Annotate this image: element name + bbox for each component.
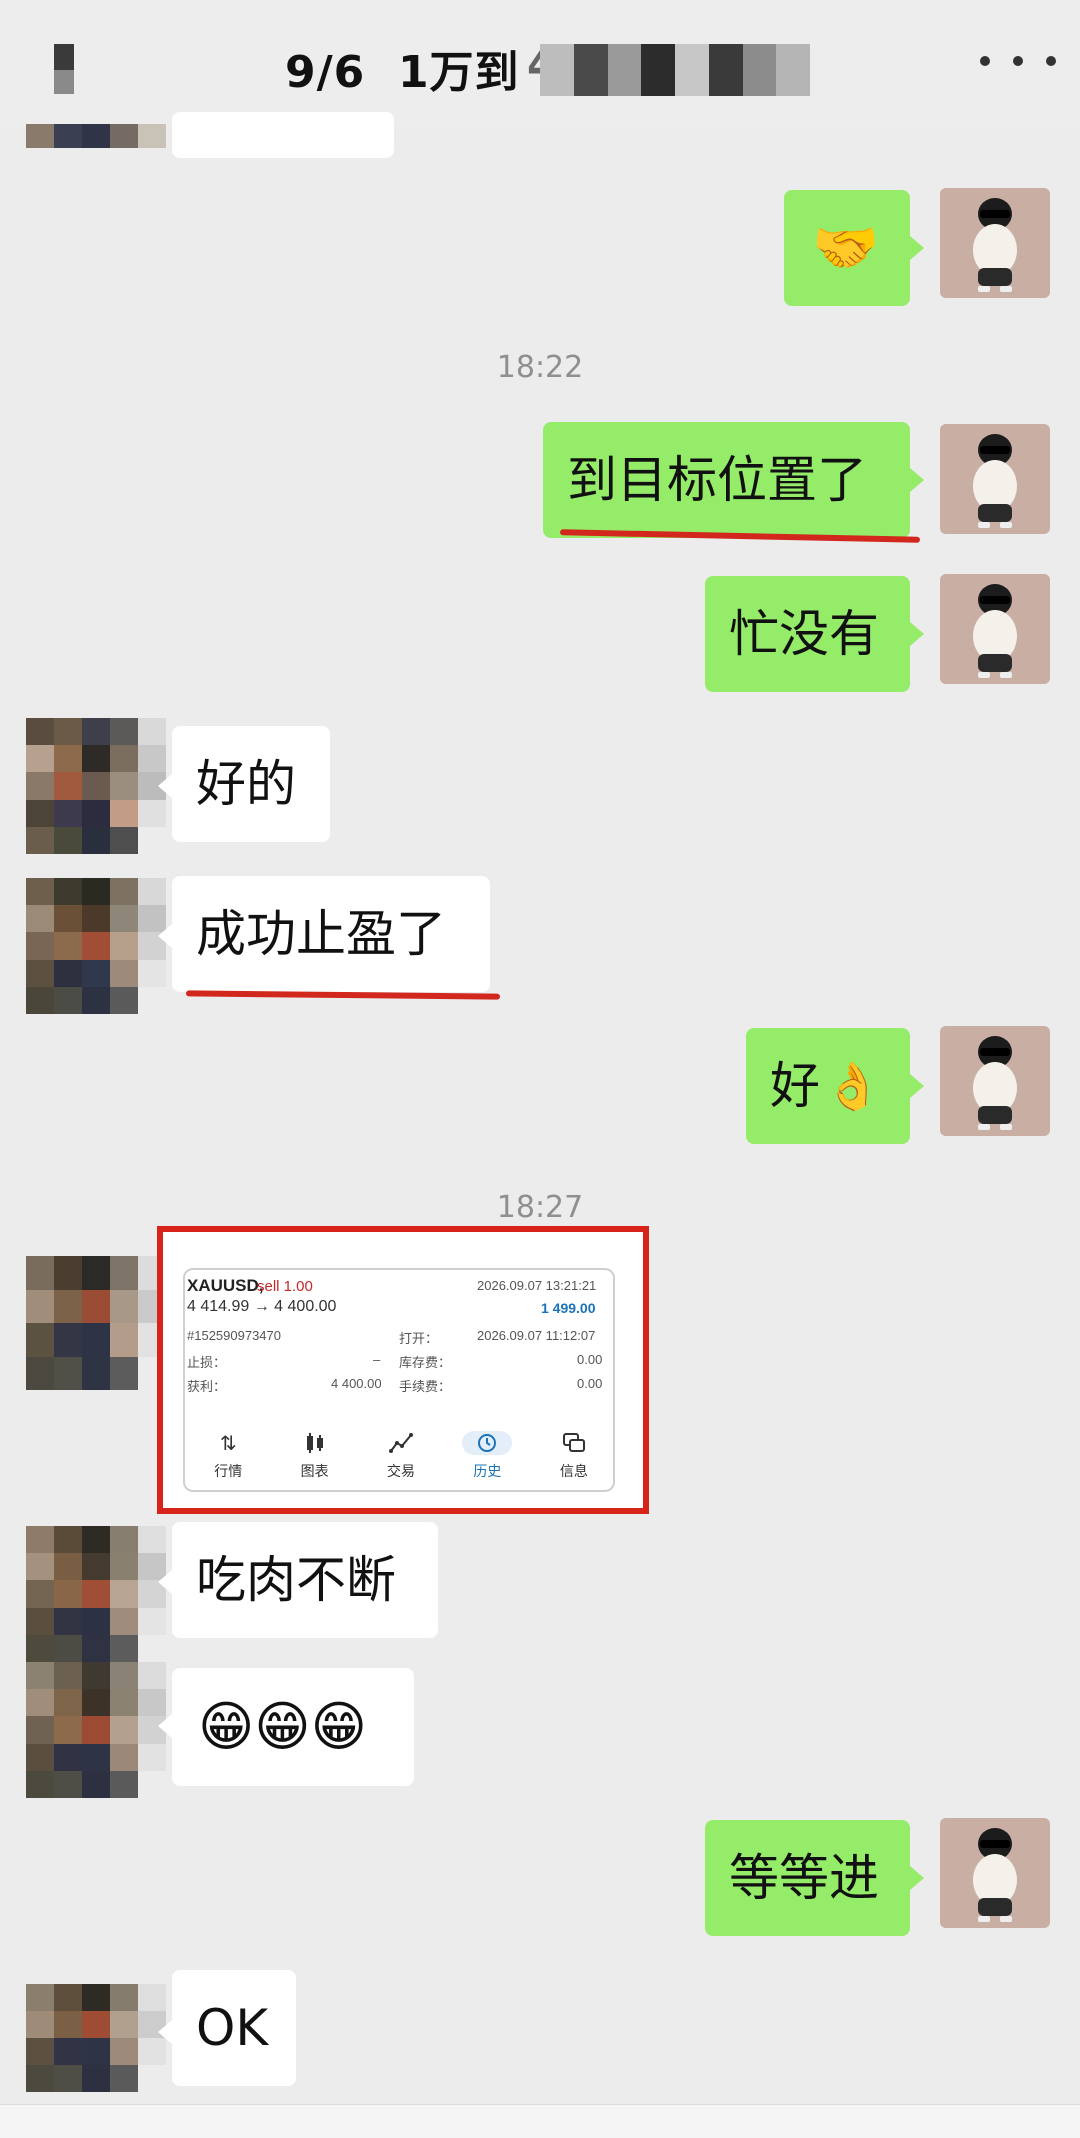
tp-label: 获利： [187, 1379, 227, 1394]
bubble-tail [158, 1570, 172, 1594]
chat-header: 9/6 1万到 4 [0, 0, 1080, 128]
contact-avatar[interactable] [26, 1984, 166, 2092]
order-id: #152590973470 [187, 1328, 281, 1343]
message-bubble-outgoing[interactable]: 好 👌 [746, 1028, 910, 1144]
trade-side: sell 1.00 [257, 1278, 313, 1295]
timestamp: 18:27 [496, 1190, 584, 1225]
bubble-tail [158, 2020, 172, 2044]
handshake-emoji: 🤝 [812, 216, 880, 279]
message-bubble-incoming[interactable]: OK [172, 1970, 296, 2086]
bubble-tail [910, 622, 924, 646]
contact-avatar[interactable] [26, 124, 166, 148]
my-avatar[interactable] [940, 1026, 1050, 1136]
contact-avatar[interactable] [26, 718, 166, 854]
message-bubble-partial[interactable] [172, 112, 394, 158]
message-bubble-incoming[interactable]: 成功止盈了 [172, 876, 490, 992]
trade-prices: 4 414.99 → 4 400.00 [187, 1298, 337, 1315]
bottom-tab-bar: ⇅ 行情 图表 交易 历史 信息 [185, 1422, 617, 1490]
open-label: 打开： [399, 1331, 439, 1346]
my-avatar[interactable] [940, 188, 1050, 298]
message-bubble-incoming[interactable]: 好的 [172, 726, 330, 842]
contact-avatar[interactable] [26, 1662, 166, 1798]
tp-value: 4 400.00 [331, 1376, 382, 1391]
message-text: 吃肉不断 [196, 1551, 396, 1609]
message-bubble-outgoing[interactable]: 到目标位置了 [543, 422, 910, 538]
timestamp: 18:22 [496, 350, 584, 385]
sort-arrows-icon: ⇅ [219, 1432, 237, 1455]
my-avatar[interactable] [940, 574, 1050, 684]
redacted-title [540, 44, 810, 96]
contact-avatar[interactable] [26, 878, 166, 1014]
message-bubble-outgoing[interactable]: 等等进 [705, 1820, 910, 1936]
bubble-tail [910, 236, 924, 260]
candlestick-icon [301, 1431, 329, 1455]
swap-value: 0.00 [577, 1352, 603, 1367]
bubble-tail [158, 774, 172, 798]
back-icon[interactable] [50, 44, 80, 96]
message-text: 忙没有 [729, 605, 879, 663]
message-text: 到目标位置了 [567, 451, 867, 509]
more-icon[interactable] [980, 56, 1056, 72]
trade-screenshot-image[interactable]: XAUUSD, sell 1.00 2026.09.07 13:21:21 4 … [157, 1226, 649, 1514]
bubble-tail [910, 1866, 924, 1890]
message-bubble-incoming[interactable]: 😁😁😁 [172, 1668, 414, 1786]
message-text: 好的 [196, 755, 296, 813]
contact-avatar[interactable] [26, 1526, 166, 1662]
message-text: 等等进 [729, 1849, 879, 1907]
trade-history-card: XAUUSD, sell 1.00 2026.09.07 13:21:21 4 … [183, 1268, 615, 1492]
input-bar[interactable] [0, 2104, 1080, 2138]
grin-emojis: 😁😁😁 [198, 1695, 367, 1758]
message-bubble-incoming[interactable]: 吃肉不断 [172, 1522, 438, 1638]
sl-value: – [373, 1352, 381, 1367]
bubble-tail [158, 924, 172, 948]
tab-quotes[interactable]: ⇅ 行情 [185, 1422, 271, 1490]
my-avatar[interactable] [940, 424, 1050, 534]
message-bubble-outgoing[interactable]: 🤝 [784, 190, 910, 306]
fee-label: 手续费： [399, 1379, 452, 1394]
message-text: OK [196, 1999, 269, 2057]
swap-label: 库存费： [399, 1355, 452, 1370]
tab-chart[interactable]: 图表 [271, 1422, 357, 1490]
chat-bubbles-icon [560, 1431, 588, 1455]
trade-close-time: 2026.09.07 13:21:21 [477, 1278, 597, 1293]
bubble-tail [910, 1074, 924, 1098]
bubble-tail [158, 1714, 172, 1738]
ok-hand-emoji: 👌 [824, 1059, 882, 1113]
message-text: 好 [770, 1057, 820, 1115]
tab-trade[interactable]: 交易 [358, 1422, 444, 1490]
trend-line-icon [387, 1431, 415, 1455]
tab-messages[interactable]: 信息 [531, 1422, 617, 1490]
history-clock-icon [462, 1431, 513, 1455]
tab-history[interactable]: 历史 [444, 1422, 530, 1490]
message-bubble-outgoing[interactable]: 忙没有 [705, 576, 910, 692]
bubble-tail [910, 468, 924, 492]
contact-avatar[interactable] [26, 1256, 166, 1390]
chat-title: 9/6 1万到 [285, 47, 520, 98]
sl-label: 止损： [187, 1355, 227, 1370]
trade-profit: 1 499.00 [541, 1300, 596, 1316]
my-avatar[interactable] [940, 1818, 1050, 1928]
message-text: 成功止盈了 [196, 905, 446, 963]
fee-value: 0.00 [577, 1376, 603, 1391]
trade-symbol: XAUUSD, [187, 1276, 264, 1295]
open-time: 2026.09.07 11:12:07 [477, 1328, 596, 1343]
